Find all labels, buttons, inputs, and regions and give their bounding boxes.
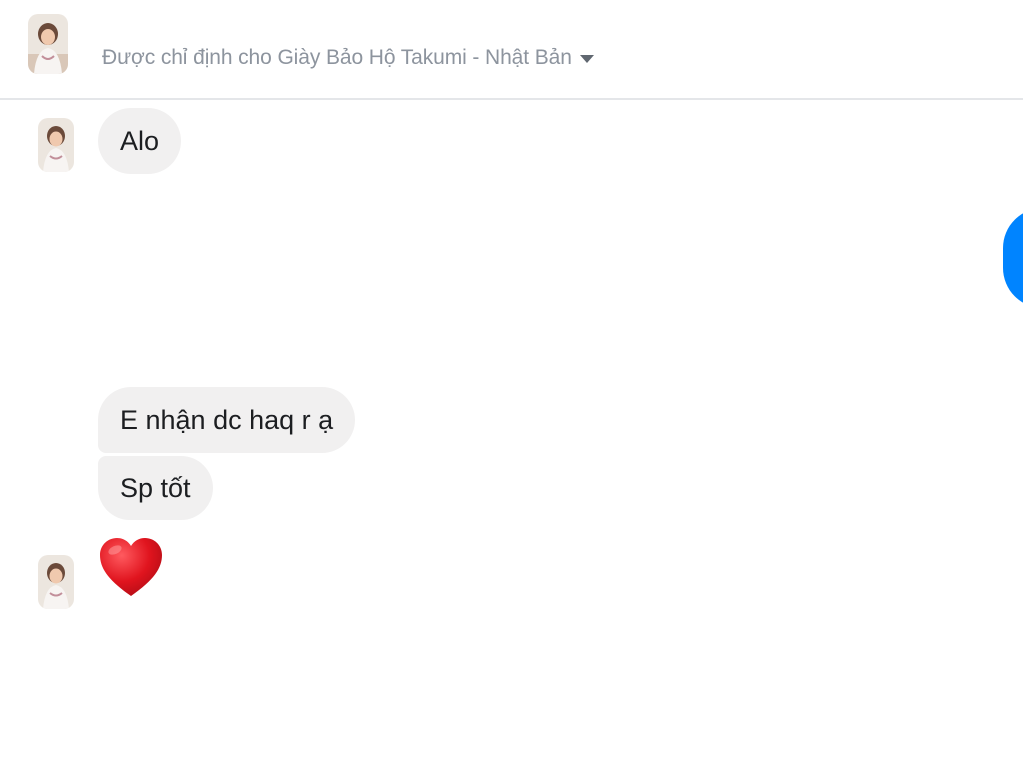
message-bubble[interactable]: Sp tốt	[98, 456, 213, 520]
conversation-window: Được chỉ định cho Giày Bảo Hộ Takumi - N…	[0, 0, 1023, 768]
message-text: Sp tốt	[120, 472, 191, 503]
assignment-dropdown[interactable]: Được chỉ định cho Giày Bảo Hộ Takumi - N…	[102, 44, 594, 72]
sender-avatar[interactable]	[38, 118, 74, 172]
assignment-label: Được chỉ định cho Giày Bảo Hộ Takumi - N…	[102, 46, 572, 69]
contact-avatar[interactable]	[28, 14, 68, 74]
message-bubble[interactable]: Alo	[98, 108, 182, 174]
caret-down-icon	[579, 55, 594, 63]
heart-icon[interactable]	[98, 536, 164, 600]
outgoing-message-bubble[interactable]	[1003, 208, 1023, 308]
message-text: Alo	[120, 125, 160, 156]
message-bubble[interactable]: E nhận dc haq r ạ	[98, 387, 356, 453]
message-text: E nhận dc haq r ạ	[120, 404, 334, 435]
sender-avatar[interactable]	[38, 555, 74, 609]
conversation-header: Được chỉ định cho Giày Bảo Hộ Takumi - N…	[0, 0, 1023, 100]
